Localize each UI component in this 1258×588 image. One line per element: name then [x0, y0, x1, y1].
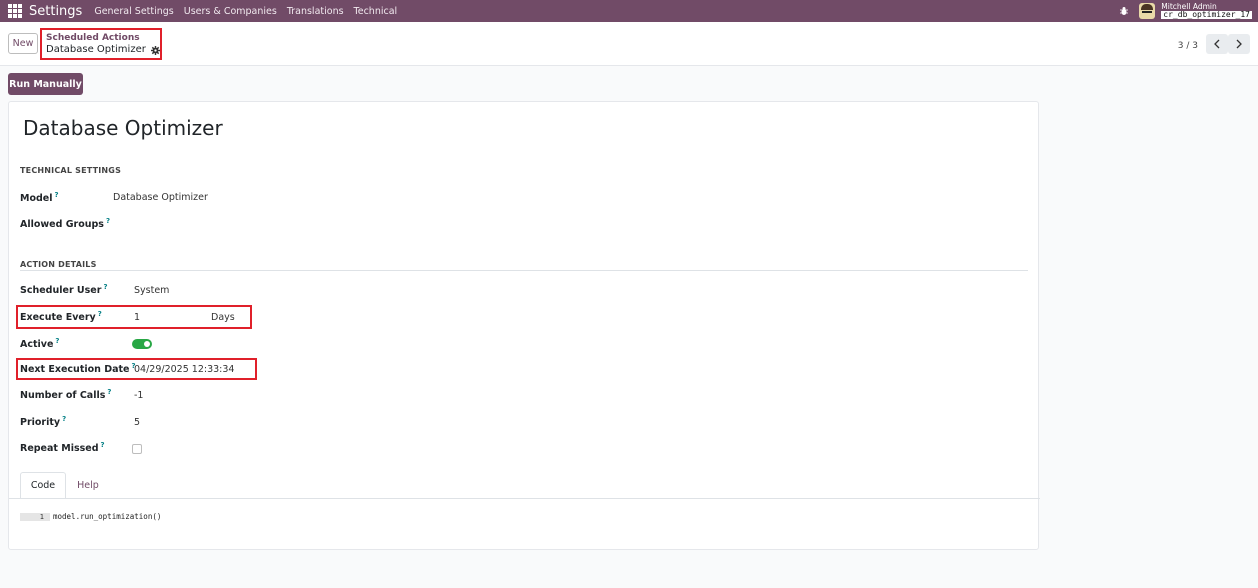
pager-value[interactable]: 3 / 3 — [1178, 41, 1198, 51]
priority-label-text: Priority — [20, 417, 61, 429]
next-execution-date-label: Next Execution Date? — [20, 362, 136, 375]
model-label: Model? — [20, 191, 59, 204]
help-tooltip-icon[interactable]: ? — [54, 191, 58, 199]
form-sheet: Database Optimizer TECHNICAL SETTINGS Mo… — [8, 101, 1040, 550]
menu-users-companies[interactable]: Users & Companies — [184, 6, 277, 17]
database-name: cr_db_optimizer_17 — [1161, 10, 1252, 20]
scheduler-user-field[interactable]: System — [134, 285, 169, 296]
code-text[interactable]: model.run_optimization() — [53, 512, 161, 521]
model-label-text: Model — [20, 193, 53, 205]
section-technical-settings: TECHNICAL SETTINGS — [20, 166, 122, 175]
tabs-divider — [9, 498, 1040, 499]
next-execution-date-label-text: Next Execution Date — [20, 364, 130, 376]
control-panel: New Scheduled Actions Database Optimizer… — [0, 22, 1258, 66]
code-line-number: 1 — [20, 512, 50, 521]
tab-help[interactable]: Help — [68, 472, 108, 499]
active-label-text: Active — [20, 339, 54, 351]
repeat-missed-checkbox[interactable] — [132, 444, 142, 454]
menu-technical[interactable]: Technical — [354, 6, 398, 17]
execute-every-interval-input[interactable]: 1 — [134, 312, 140, 323]
scheduler-user-label: Scheduler User? — [20, 283, 108, 296]
breadcrumb-parent-link[interactable]: Scheduled Actions — [46, 33, 160, 44]
model-field[interactable]: Database Optimizer — [113, 192, 208, 203]
run-manually-button[interactable]: Run Manually — [8, 73, 83, 95]
scheduler-user-label-text: Scheduler User — [20, 285, 102, 297]
chevron-left-icon — [1214, 39, 1220, 49]
section-action-details: ACTION DETAILS — [20, 260, 97, 269]
breadcrumb-current: Database Optimizer — [46, 44, 160, 56]
menu-general-settings[interactable]: General Settings — [94, 6, 173, 17]
repeat-missed-label: Repeat Missed? — [20, 441, 105, 454]
active-toggle[interactable] — [132, 339, 152, 349]
priority-field[interactable]: 5 — [134, 417, 140, 428]
breadcrumb-current-label: Database Optimizer — [46, 44, 146, 55]
priority-label: Priority? — [20, 415, 66, 428]
help-tooltip-icon[interactable]: ? — [103, 283, 107, 291]
help-tooltip-icon[interactable]: ? — [106, 217, 110, 225]
execute-every-unit-select[interactable]: Days — [211, 312, 235, 323]
new-button[interactable]: New — [8, 33, 38, 54]
allowed-groups-label-text: Allowed Groups — [20, 219, 104, 231]
code-editor[interactable]: 1 model.run_optimization() — [20, 512, 161, 521]
navbar-right: Mitchell Admin cr_db_optimizer_17 — [1119, 0, 1252, 22]
apps-menu-icon[interactable] — [8, 4, 22, 18]
pager-next-button[interactable] — [1228, 34, 1250, 54]
next-execution-date-field[interactable]: 04/29/2025 12:33:34 — [134, 364, 234, 375]
chevron-right-icon — [1236, 39, 1242, 49]
active-label: Active? — [20, 337, 59, 350]
user-menu[interactable]: Mitchell Admin cr_db_optimizer_17 — [1161, 3, 1252, 20]
tab-code[interactable]: Code — [20, 472, 66, 499]
repeat-missed-label-text: Repeat Missed — [20, 443, 99, 455]
help-tooltip-icon[interactable]: ? — [55, 337, 59, 345]
allowed-groups-label: Allowed Groups? — [20, 217, 110, 230]
execute-every-label-text: Execute Every — [20, 312, 96, 324]
number-of-calls-field[interactable]: -1 — [134, 390, 143, 401]
help-tooltip-icon[interactable]: ? — [107, 388, 111, 396]
menu-translations[interactable]: Translations — [287, 6, 344, 17]
user-avatar[interactable] — [1139, 3, 1156, 19]
execute-every-label: Execute Every? — [20, 310, 102, 323]
app-name[interactable]: Settings — [29, 4, 82, 19]
pager-previous-button[interactable] — [1206, 34, 1228, 54]
debug-bug-icon[interactable] — [1119, 6, 1129, 16]
section-divider — [20, 270, 1028, 271]
number-of-calls-label-text: Number of Calls — [20, 390, 106, 402]
help-tooltip-icon[interactable]: ? — [98, 310, 102, 318]
gear-icon[interactable] — [150, 45, 160, 55]
allowed-groups-field[interactable] — [113, 218, 313, 230]
user-name: Mitchell Admin — [1161, 1, 1217, 11]
top-navbar: Settings General Settings Users & Compan… — [0, 0, 1258, 22]
help-tooltip-icon[interactable]: ? — [62, 415, 66, 423]
breadcrumb: Scheduled Actions Database Optimizer — [40, 28, 162, 60]
help-tooltip-icon[interactable]: ? — [101, 441, 105, 449]
number-of-calls-label: Number of Calls? — [20, 388, 111, 401]
record-title[interactable]: Database Optimizer — [23, 116, 223, 140]
